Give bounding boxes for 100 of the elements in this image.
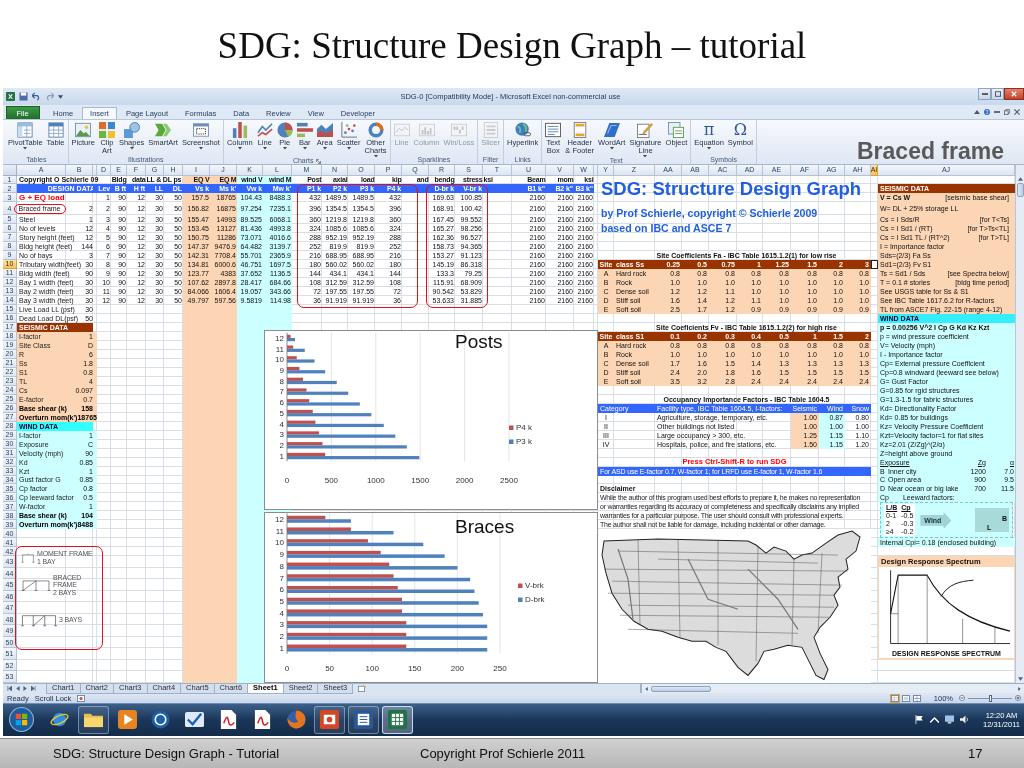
slicer-icon bbox=[482, 122, 499, 138]
axis-label: 12 bbox=[275, 515, 284, 525]
axis-label: 1 bbox=[279, 643, 284, 653]
scroll-thumb[interactable] bbox=[1016, 183, 1024, 197]
clip-art-icon bbox=[98, 122, 115, 138]
byline: by Prof Schierle, copyright © Schierle 2009 bbox=[600, 205, 819, 221]
document-tile-icon bbox=[354, 710, 374, 730]
taskbar-button[interactable] bbox=[77, 706, 109, 734]
object-window-icon bbox=[668, 122, 685, 138]
page-layout-icon[interactable] bbox=[901, 695, 910, 702]
page-number: 17 bbox=[968, 746, 984, 761]
axis-tick-label: 200 bbox=[450, 664, 465, 673]
axis-label: 10 bbox=[275, 538, 284, 548]
vertical-scrollbar[interactable] bbox=[1015, 165, 1024, 684]
speaker-icon[interactable] bbox=[960, 715, 969, 725]
page-break-icon[interactable] bbox=[912, 695, 921, 702]
annotation-label: Braces bbox=[455, 517, 515, 538]
axis-label: 7 bbox=[279, 387, 284, 397]
taskbar-button[interactable] bbox=[348, 706, 380, 734]
axis-label: 4 bbox=[279, 608, 284, 618]
taskbar-button[interactable] bbox=[314, 706, 346, 734]
play-button-icon bbox=[117, 710, 137, 730]
axis-label: 4 bbox=[279, 419, 284, 429]
normal-view-icon[interactable] bbox=[890, 695, 899, 702]
slide-caption: Braced frame bbox=[857, 138, 1005, 165]
start-orb-icon[interactable] bbox=[9, 707, 34, 733]
zoom-out-icon[interactable] bbox=[959, 695, 965, 702]
undo-icon[interactable] bbox=[32, 92, 41, 101]
new-sheet-icon[interactable] bbox=[358, 685, 367, 693]
caret-icon[interactable] bbox=[58, 94, 63, 99]
scroll-right-icon[interactable] bbox=[1017, 686, 1022, 691]
window-capture-icon bbox=[192, 122, 209, 138]
caret-up-icon[interactable] bbox=[974, 109, 980, 115]
next-sheet-icon[interactable] bbox=[23, 686, 28, 692]
dialog-launcher-icon[interactable] bbox=[315, 158, 321, 164]
axis-label: 6 bbox=[279, 585, 284, 595]
close-icon[interactable] bbox=[1014, 109, 1020, 115]
sparkline-icon bbox=[393, 122, 410, 138]
axis-label: 8 bbox=[279, 561, 284, 571]
previous-sheet-icon[interactable] bbox=[15, 686, 20, 692]
globe-link-icon bbox=[514, 122, 531, 138]
spreadsheet-icon bbox=[6, 92, 15, 101]
axis-label: 1 bbox=[279, 451, 284, 461]
annotation-label: Posts bbox=[455, 332, 503, 353]
help-icon[interactable] bbox=[984, 109, 990, 115]
maximize-icon bbox=[994, 91, 1001, 97]
axis-tick-label: 250 bbox=[493, 664, 507, 673]
axis-tick-label: 150 bbox=[408, 664, 422, 673]
axis-tick-label: 2000 bbox=[455, 476, 474, 485]
footer-title: SDG: Structure Design Graph - Tutorial bbox=[53, 746, 281, 761]
flag-icon[interactable] bbox=[915, 715, 924, 725]
scroll-left-icon[interactable] bbox=[644, 686, 649, 691]
table-grid-icon bbox=[47, 122, 64, 138]
minimize-icon bbox=[981, 91, 988, 97]
close-button[interactable] bbox=[1004, 88, 1024, 100]
active-cell-outline bbox=[871, 259, 878, 269]
donut-chart-icon bbox=[367, 122, 384, 138]
document-icon bbox=[219, 710, 238, 730]
axis-label: 5 bbox=[279, 597, 284, 606]
slider-thumb[interactable] bbox=[988, 695, 992, 702]
pie-chart-icon bbox=[276, 122, 293, 138]
chevron-up-icon[interactable] bbox=[930, 715, 939, 725]
greek-letter-icon: π bbox=[703, 122, 715, 139]
frame-sketch-drawing bbox=[21, 577, 51, 594]
first-sheet-icon[interactable] bbox=[7, 686, 12, 692]
column-chart-icon bbox=[231, 122, 248, 138]
zoom-in-icon[interactable] bbox=[1015, 695, 1021, 702]
axis-label: 2 bbox=[279, 632, 284, 642]
document-icon bbox=[252, 710, 272, 730]
scroll-up-icon[interactable] bbox=[1017, 177, 1023, 181]
chevron-arrow-icon bbox=[155, 122, 172, 138]
minimize-button[interactable] bbox=[978, 88, 991, 100]
area-chart-icon bbox=[316, 122, 333, 138]
presentation-tile-icon bbox=[320, 710, 340, 730]
macro-record-icon[interactable] bbox=[77, 695, 86, 702]
axis-label: 10 bbox=[275, 355, 284, 365]
axis-tick-label: 50 bbox=[325, 664, 335, 673]
axis-label: 2 bbox=[279, 441, 284, 451]
network-icon[interactable] bbox=[945, 715, 954, 725]
axis-label: 6 bbox=[279, 398, 284, 408]
save-icon[interactable] bbox=[19, 92, 28, 101]
axis-label: 3 bbox=[279, 430, 284, 440]
line-chart-icon bbox=[256, 122, 273, 138]
legend-label: D-brk bbox=[525, 595, 545, 605]
axis-tick-label: 1000 bbox=[366, 476, 385, 485]
maximize-button[interactable] bbox=[991, 88, 1004, 100]
scroll-thumb[interactable] bbox=[651, 685, 711, 692]
subtitle: based on IBC and ASCE 7 bbox=[600, 223, 733, 233]
restore-icon[interactable] bbox=[1004, 109, 1010, 115]
text-box-icon bbox=[545, 122, 562, 138]
greek-letter-icon: Ω bbox=[733, 122, 747, 139]
app-title: SDG: Structure Design Graph bbox=[600, 176, 863, 201]
horizontal-scrollbar[interactable] bbox=[640, 684, 1024, 694]
close-icon bbox=[1011, 91, 1017, 97]
shapes-icon bbox=[123, 122, 140, 138]
taskbar-button[interactable] bbox=[381, 706, 413, 734]
last-sheet-icon[interactable] bbox=[31, 686, 36, 692]
pen-paper-icon bbox=[637, 122, 654, 138]
ring-icon bbox=[151, 710, 171, 730]
bar-chart-icon bbox=[296, 122, 313, 138]
